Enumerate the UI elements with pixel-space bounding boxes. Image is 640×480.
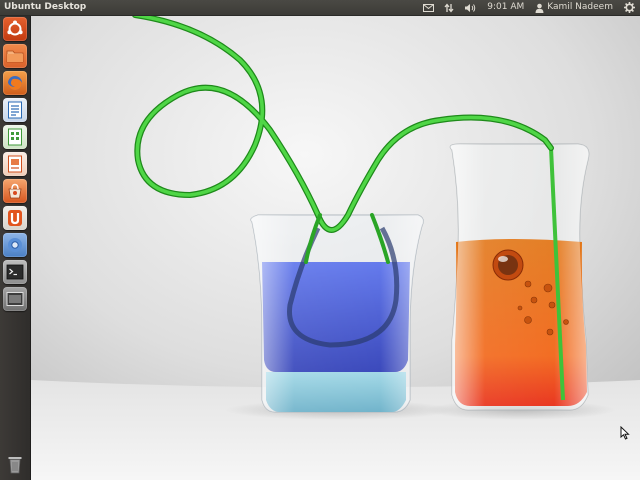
ubuntu-one-icon [8, 210, 22, 226]
blue-glass [250, 214, 424, 413]
launcher-libreoffice-writer[interactable] [3, 98, 27, 122]
indicator-area: 9:01 AM Kamil Nadeem [418, 0, 640, 15]
launcher-terminal[interactable] [3, 260, 27, 284]
launcher-ubuntu-one[interactable] [3, 206, 27, 230]
orange-glass [449, 143, 590, 411]
libreoffice-calc-icon [8, 128, 22, 146]
window-title: Ubuntu Desktop [4, 2, 87, 12]
clock-time: 9:01 AM [487, 2, 525, 12]
user-indicator[interactable]: Kamil Nadeem [530, 0, 619, 15]
terminal-icon [6, 264, 24, 280]
firefox-icon [8, 76, 22, 90]
launcher-chromium[interactable] [3, 233, 27, 257]
launcher-workspace-switcher[interactable] [3, 287, 27, 311]
chromium-icon [8, 238, 22, 252]
desktop-wallpaper [31, 15, 640, 480]
launcher-home-folder[interactable] [3, 44, 27, 68]
network-icon [444, 2, 454, 13]
launcher-libreoffice-calc[interactable] [3, 125, 27, 149]
volume-icon [465, 3, 476, 12]
dash-home-icon [7, 20, 23, 36]
clock[interactable]: 9:01 AM [481, 0, 530, 15]
home-folder-icon [6, 50, 24, 63]
workspace-switcher-icon [6, 292, 24, 306]
trash-icon [8, 457, 22, 474]
session-menu[interactable] [619, 0, 640, 15]
top-panel: Ubuntu Desktop 9:01 AM Kamil Nadeem [0, 0, 640, 15]
launcher-firefox[interactable] [3, 71, 27, 95]
libreoffice-writer-icon [8, 101, 22, 119]
launcher [0, 15, 31, 480]
software-center-icon [8, 183, 22, 199]
libreoffice-impress-icon [8, 155, 22, 173]
launcher-software-center[interactable] [3, 179, 27, 203]
launcher-dash-home[interactable] [3, 17, 27, 41]
session-gear-icon [624, 2, 635, 13]
network-indicator[interactable] [439, 0, 459, 15]
launcher-libreoffice-impress[interactable] [3, 152, 27, 176]
mouse-cursor-icon [620, 426, 630, 440]
user-name: Kamil Nadeem [547, 2, 613, 12]
mail-indicator[interactable] [418, 0, 439, 15]
volume-indicator[interactable] [459, 0, 481, 15]
launcher-trash[interactable] [3, 452, 27, 476]
mail-icon [423, 3, 435, 12]
user-icon [535, 3, 544, 13]
